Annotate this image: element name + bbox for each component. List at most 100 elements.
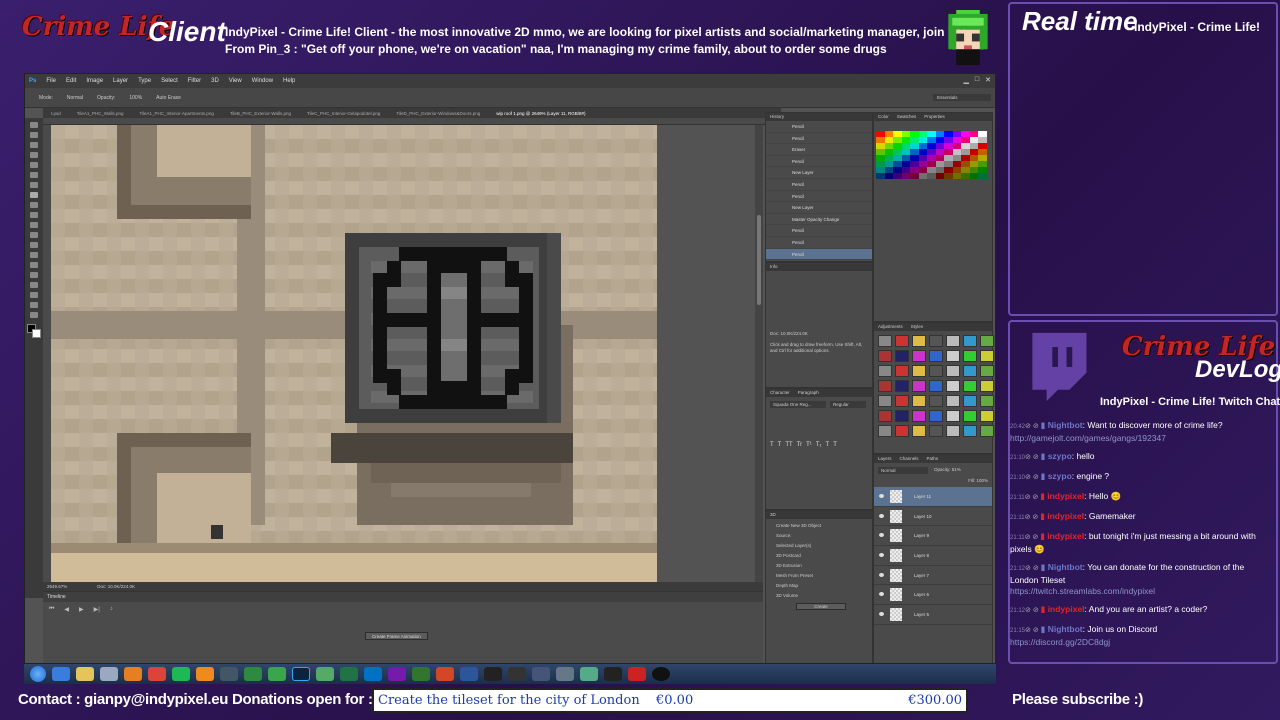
3d-option[interactable]: Create [796, 603, 846, 610]
style-swatch[interactable] [912, 410, 926, 422]
style-swatch[interactable] [895, 410, 909, 422]
layers-tab[interactable]: Layers [878, 456, 892, 461]
color-swatch[interactable] [952, 173, 961, 179]
style-swatch[interactable] [929, 410, 943, 422]
chat-username[interactable]: Nightbot [1048, 420, 1083, 430]
history-state[interactable]: Master Opacity Change [766, 214, 872, 226]
window-icon[interactable] [556, 667, 574, 681]
layer-row[interactable]: Layer 9 [874, 526, 992, 547]
history-state[interactable]: Pencil [766, 248, 872, 261]
history-state[interactable]: Eraser [766, 144, 872, 156]
document-tab[interactable]: TileD_PHC_Exterior-Windows&Doors.png [396, 111, 480, 116]
style-swatch[interactable] [963, 380, 977, 392]
heart-icon[interactable] [628, 667, 646, 681]
layers-tab[interactable]: Paths [927, 456, 939, 461]
style-swatch[interactable] [878, 350, 892, 362]
document-tab[interactable]: TileC_PHC_Interior-Gelapodotel.png [307, 111, 380, 116]
eyedropper-tool-icon[interactable] [30, 172, 38, 178]
audio-icon[interactable]: ♪ [110, 606, 113, 613]
powerpoint-icon[interactable] [436, 667, 454, 681]
blend-mode-select[interactable]: Normal [878, 467, 928, 474]
gamemaker2-icon[interactable] [508, 667, 526, 681]
excel-icon[interactable] [340, 667, 358, 681]
history-state[interactable]: New Layer [766, 202, 872, 214]
history-brush-tool-icon[interactable] [30, 212, 38, 218]
menu-item-image[interactable]: Image [86, 78, 103, 84]
underline-icon[interactable]: T [826, 442, 830, 448]
project-icon[interactable] [412, 667, 430, 681]
menu-item-3d[interactable]: 3D [211, 78, 219, 84]
menu-item-filter[interactable]: Filter [188, 78, 201, 84]
style-swatch[interactable] [895, 365, 909, 377]
chat-username[interactable]: indypixel [1047, 491, 1084, 501]
style-swatch[interactable] [912, 380, 926, 392]
adjustments-tab[interactable]: Adjustments [878, 324, 903, 329]
character-tab[interactable]: Paragraph [798, 390, 819, 395]
style-swatch[interactable] [878, 425, 892, 437]
color-swatch[interactable] [944, 173, 953, 179]
style-swatch[interactable] [980, 380, 994, 392]
style-swatch[interactable] [912, 425, 926, 437]
document-tab[interactable]: TileB_PHC_Exterior-Walls.png [230, 111, 291, 116]
code-icon[interactable] [268, 667, 286, 681]
steam-icon[interactable] [220, 667, 238, 681]
gradient-tool-icon[interactable] [30, 232, 38, 238]
zoom-readout[interactable]: 2649.67% [47, 584, 67, 589]
crop-tool-icon[interactable] [30, 162, 38, 168]
chat-icon[interactable] [580, 667, 598, 681]
menu-item-help[interactable]: Help [283, 78, 295, 84]
healing-tool-icon[interactable] [30, 182, 38, 188]
strikethrough-icon[interactable]: T [833, 442, 837, 448]
explorer-icon[interactable] [76, 667, 94, 681]
pencil-tool-icon[interactable] [30, 192, 38, 198]
3d-option[interactable]: Depth Map [776, 583, 862, 588]
quick-select-tool-icon[interactable] [30, 152, 38, 158]
first-frame-icon[interactable]: ⏮ [49, 606, 54, 613]
media-player-icon[interactable] [124, 667, 142, 681]
layer-row[interactable]: Layer 7 [874, 566, 992, 586]
vlc-icon[interactable] [196, 667, 214, 681]
chat-username[interactable]: szypo [1048, 471, 1072, 481]
color-swatch[interactable] [969, 173, 978, 179]
blur-tool-icon[interactable] [30, 242, 38, 248]
ps-canvas[interactable] [51, 125, 657, 582]
move-tool-icon[interactable] [30, 122, 38, 128]
color-swatch[interactable] [961, 173, 970, 179]
create-frame-animation-button[interactable]: Create Frame Animation [365, 632, 428, 640]
style-swatch[interactable] [963, 395, 977, 407]
3d-option[interactable]: 3D Extrusion [776, 563, 862, 568]
eraser-tool-icon[interactable] [30, 222, 38, 228]
style-swatch[interactable] [895, 380, 909, 392]
menu-item-file[interactable]: File [46, 78, 56, 84]
style-swatch[interactable] [929, 425, 943, 437]
style-swatch[interactable] [878, 410, 892, 422]
style-swatch[interactable] [946, 395, 960, 407]
style-swatch[interactable] [878, 395, 892, 407]
style-swatch[interactable] [929, 365, 943, 377]
gamemaker-icon[interactable] [484, 667, 502, 681]
color-swatch[interactable] [935, 173, 944, 179]
layer-fill[interactable]: Fill: 100% [874, 478, 992, 487]
zoom-tool-icon[interactable] [30, 312, 38, 318]
menu-item-edit[interactable]: Edit [66, 78, 76, 84]
hand-tool-icon[interactable] [30, 302, 38, 308]
history-state[interactable]: Pencil [766, 179, 872, 191]
style-swatch[interactable] [878, 380, 892, 392]
color-swatch[interactable] [910, 173, 919, 179]
style-swatch[interactable] [878, 365, 892, 377]
color-swatch[interactable] [927, 173, 936, 179]
history-state[interactable]: Pencil [766, 237, 872, 249]
style-swatch[interactable] [946, 350, 960, 362]
chrome-icon[interactable] [148, 667, 166, 681]
adjustments-tab[interactable]: Styles [911, 324, 923, 329]
document-tab[interactable]: TileA1_PHC_Walls.png [77, 111, 124, 116]
layers-tab[interactable]: Channels [900, 456, 919, 461]
style-swatch[interactable] [946, 410, 960, 422]
menu-item-layer[interactable]: Layer [113, 78, 128, 84]
chat-link[interactable]: https://discord.gg/2DC8dgj [1010, 637, 1110, 647]
style-swatch[interactable] [912, 350, 926, 362]
option-3[interactable]: 100% [129, 95, 142, 101]
layer-opacity[interactable]: Opacity: 51% [934, 467, 961, 474]
prev-frame-icon[interactable]: ◀ [64, 606, 69, 613]
style-swatch[interactable] [963, 365, 977, 377]
